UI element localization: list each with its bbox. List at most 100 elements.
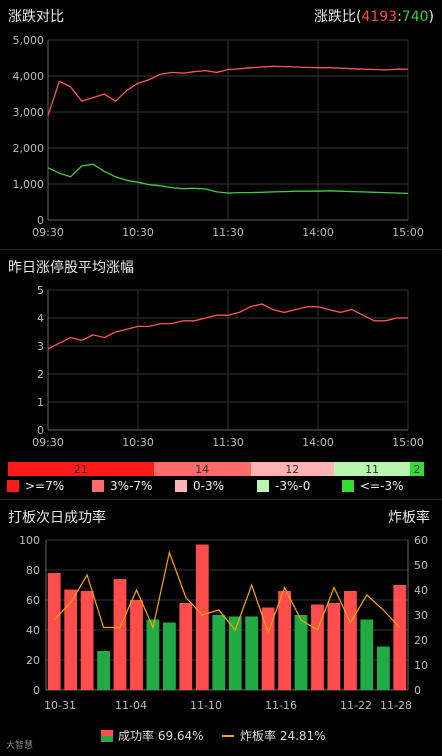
legend-swatch [92, 480, 104, 492]
chart3-y-tick-left: 80 [26, 564, 40, 577]
success-rate-bar [163, 622, 176, 690]
distribution-segment: 11 [333, 462, 411, 476]
chart3-y-tick-right: 20 [414, 634, 428, 647]
ratio-close: ) [428, 9, 434, 25]
chart3-x-tick: 11-22 [340, 699, 372, 712]
success-rate-bar [376, 646, 390, 690]
legend-swatch [342, 480, 354, 492]
chart3-x-tick: 11-28 [380, 699, 412, 712]
panel1-title: 涨跌对比 [8, 9, 64, 25]
success-label: 成功率 69.64% [118, 729, 204, 743]
success-rate-bar [278, 591, 291, 690]
success-rate-bar [64, 589, 78, 690]
chart2-x-tick: 11:30 [212, 436, 244, 449]
chart3-y-tick-left: 40 [26, 624, 40, 637]
chart3-x-tick: 11-04 [115, 699, 147, 712]
chart2-y-tick: 3 [37, 340, 44, 353]
distribution-segment: 14 [153, 462, 251, 476]
success-swatch [101, 730, 113, 742]
chart2-x-tick: 09:30 [32, 436, 64, 449]
chart2-x-tick: 14:00 [302, 436, 334, 449]
success-rate-bar [245, 616, 259, 690]
legend-swatch [7, 480, 19, 492]
chart3-y-tick-right: 60 [414, 534, 428, 547]
chart1-x-tick: 09:30 [32, 226, 64, 239]
legend-label: <=-3% [360, 479, 404, 493]
success-rate-bar [393, 585, 407, 690]
chart2-y-tick: 2 [37, 368, 44, 381]
chart1-x-tick: 11:30 [212, 226, 244, 239]
panel2-title: 昨日涨停股平均涨幅 [8, 260, 134, 276]
up-count: 4193 [361, 9, 398, 25]
success-rate-bar [179, 603, 193, 690]
blast-swatch [222, 735, 234, 737]
chart3-y-tick-left: 0 [33, 684, 40, 697]
chart1-y-tick: 5,000 [13, 34, 45, 47]
distribution-bar: 21 14 12 11 2 [8, 462, 424, 476]
chart2-x-tick: 15:00 [392, 436, 424, 449]
legend-item: 0-3% [175, 479, 224, 493]
legend-swatch [257, 480, 269, 492]
success-rate-bar [47, 573, 61, 690]
ratio-display: 涨跌比(4193:740) [314, 6, 434, 26]
chart3-x-tick: 11-16 [265, 699, 297, 712]
divider [0, 249, 442, 250]
chart3-y-tick-right: 40 [414, 584, 428, 597]
chart3-y-tick-right: 50 [414, 559, 428, 572]
legend-swatch [175, 480, 187, 492]
success-rate-bar [344, 591, 357, 690]
success-rate-bar [212, 615, 226, 690]
chart1-y-tick: 4,000 [13, 70, 45, 83]
success-rate-bar [80, 591, 94, 690]
chart1-y-tick: 1,000 [13, 178, 45, 191]
panel3-right-title: 炸板率 [388, 510, 430, 526]
success-rate-bar [360, 619, 374, 690]
success-rate-chart: 0 20 40 60 80 100 0 10 20 30 40 50 60 10-31 11-04 11-10… [19, 534, 428, 712]
down-count: 740 [401, 9, 429, 25]
legend-item: <=-3% [342, 479, 403, 493]
legend-item: -3%-0 [257, 479, 310, 493]
success-rate-bar [228, 616, 242, 690]
chart3-y-tick-right: 0 [414, 684, 421, 697]
divider [0, 499, 442, 500]
success-rate-bar [97, 651, 110, 690]
legend-label: -3%-0 [275, 479, 311, 493]
chart2-y-tick: 5 [37, 284, 44, 297]
distribution-segment: 12 [250, 462, 334, 476]
distribution-segment: 2 [410, 462, 424, 476]
success-rate-bar [130, 600, 143, 690]
watermark: 大智慧 [6, 741, 34, 751]
bottom-legend: 成功率 69.64% 炸板率 24.81% [0, 726, 442, 744]
distribution-segment: 21 [8, 462, 154, 476]
chart3-x-tick: 11-10 [190, 699, 222, 712]
chart3-y-tick-left: 20 [26, 654, 40, 667]
avg-gain-chart: 01234509:30 10:30 11:30 14:00 15:00 [32, 284, 424, 449]
chart2-y-tick: 4 [37, 312, 44, 325]
success-rate-bar [294, 615, 308, 690]
legend-item: >=7% [7, 479, 64, 493]
distribution-legend: >=7% 3%-7% 0-3% -3%-0 <=-3% [0, 479, 442, 497]
chart3-y-tick-left: 100 [19, 534, 40, 547]
success-rate-bar [195, 544, 209, 690]
success-rate-bar [327, 603, 341, 690]
blast-label: 炸板率 24.81% [240, 729, 326, 743]
legend-label: 0-3% [193, 479, 225, 493]
chart3-y-tick-right: 10 [414, 659, 428, 672]
chart2-x-tick: 10:30 [122, 436, 154, 449]
chart1-y-tick: 3,000 [13, 106, 45, 119]
chart3-y-tick-left: 60 [26, 594, 40, 607]
success-rate-bar [146, 619, 160, 690]
panel3-title: 打板次日成功率 [8, 510, 106, 526]
legend-label: >=7% [25, 479, 65, 493]
chart1-x-tick: 10:30 [122, 226, 154, 239]
ratio-label: 涨跌比( [313, 9, 362, 25]
chart1-x-tick: 14:00 [302, 226, 334, 239]
chart2-y-tick: 1 [37, 396, 44, 409]
chart1-y-tick: 2,000 [13, 142, 45, 155]
chart1-x-tick: 15:00 [392, 226, 424, 239]
chart3-y-tick-right: 30 [414, 609, 428, 622]
advance-decline-chart: 01,0002,0003,0004,0005,00009:30 10:30 11:3… [13, 34, 424, 239]
success-rate-bar [113, 579, 127, 690]
legend-label: 3%-7% [110, 479, 153, 493]
chart3-x-tick: 10-31 [44, 699, 76, 712]
